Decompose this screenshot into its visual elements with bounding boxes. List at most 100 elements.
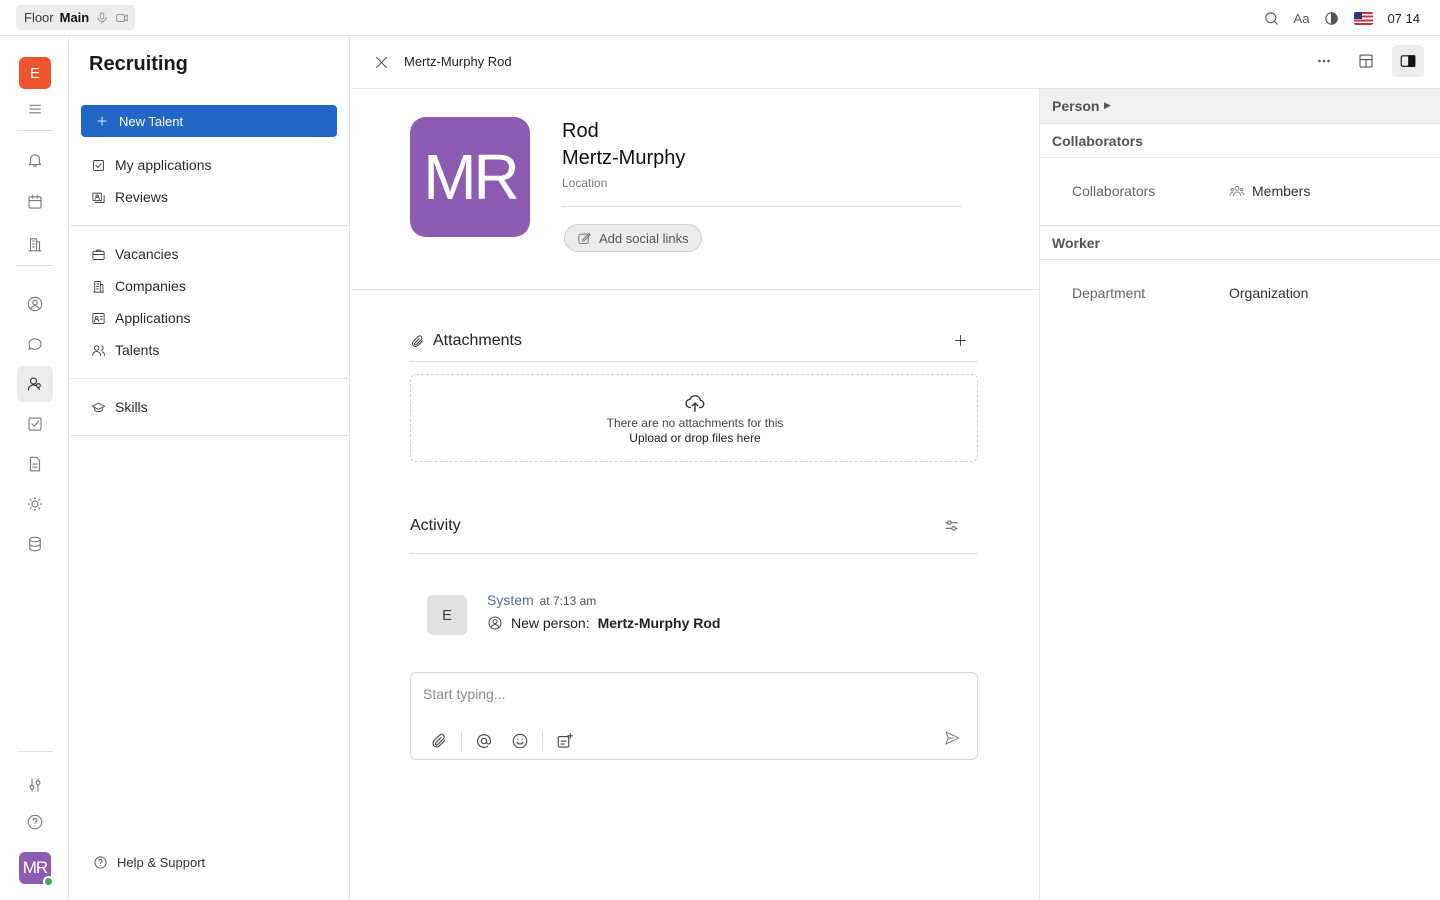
bell-icon <box>26 151 44 169</box>
top-right-tools: Aa 07 14 <box>1263 0 1420 36</box>
layout-button[interactable] <box>1350 45 1382 77</box>
mention-button[interactable] <box>470 727 498 755</box>
nav-item-companies[interactable]: Companies <box>91 274 186 298</box>
activity-message-subject[interactable]: Mertz-Murphy Rod <box>598 615 721 631</box>
department-label: Department <box>1072 285 1146 301</box>
edit-link-icon <box>577 231 592 246</box>
person-avatar[interactable]: MR <box>410 117 530 237</box>
nav-item-label: Skills <box>115 399 148 415</box>
nav-item-label: Applications <box>115 310 191 326</box>
toggle-side-panel-button[interactable] <box>1392 45 1424 77</box>
workspace-badge[interactable]: E <box>19 57 51 89</box>
rail-divider <box>17 265 53 266</box>
theme-toggle-icon[interactable] <box>1323 10 1340 27</box>
collaborators-value[interactable]: Members <box>1229 183 1310 199</box>
database-button[interactable] <box>17 526 53 562</box>
floor-label: Floor <box>24 10 54 25</box>
collaborators-section-label: Collaborators <box>1052 133 1144 149</box>
last-name-field[interactable]: Mertz-Murphy <box>562 147 685 170</box>
contacts-button[interactable] <box>17 286 53 322</box>
composer-input[interactable]: Start typing... <box>423 686 505 702</box>
calendar-button[interactable] <box>17 184 53 220</box>
nav-item-reviews[interactable]: Reviews <box>91 185 168 209</box>
plus-icon <box>953 333 968 348</box>
side-panel-icon <box>1399 52 1417 70</box>
new-talent-button[interactable]: New Talent <box>81 105 337 137</box>
search-icon[interactable] <box>1263 10 1280 27</box>
nav-item-applications[interactable]: Applications <box>91 306 191 330</box>
members-icon <box>1229 183 1245 199</box>
clock: 07 14 <box>1387 10 1420 26</box>
text-format-button[interactable] <box>551 727 579 755</box>
at-sign-icon <box>475 732 493 750</box>
plus-icon <box>95 114 109 128</box>
nav-item-skills[interactable]: Skills <box>91 395 148 419</box>
department-value[interactable]: Organization <box>1229 285 1308 301</box>
floor-selector[interactable]: Floor Main <box>16 5 136 30</box>
help-circle-icon <box>93 855 108 870</box>
calendar-icon <box>26 193 44 211</box>
settings-button[interactable] <box>17 767 53 803</box>
first-name-field[interactable]: Rod <box>562 120 599 143</box>
social-links-label: Add social links <box>599 230 689 246</box>
cloud-upload-icon <box>684 392 706 414</box>
nav-item-vacancies[interactable]: Vacancies <box>91 242 179 266</box>
activity-author: System at 7:13 am <box>487 592 596 608</box>
notifications-button[interactable] <box>17 142 53 178</box>
recruiting-button[interactable] <box>17 366 53 402</box>
comment-composer[interactable]: Start typing... <box>410 672 978 760</box>
more-options-button[interactable] <box>1308 45 1340 77</box>
upload-hint-text[interactable]: Upload or drop files here <box>411 431 979 445</box>
smiley-icon <box>511 732 529 750</box>
toolbar-divider <box>461 731 462 751</box>
activity-filter-button[interactable] <box>943 517 960 534</box>
expand-arrow-icon: ▶ <box>1104 100 1111 110</box>
people-icon <box>91 343 106 358</box>
nav-item-label: Companies <box>115 278 186 294</box>
language-flag-icon[interactable] <box>1354 11 1374 25</box>
add-attachment-button[interactable] <box>953 333 968 348</box>
filter-sliders-icon <box>943 517 960 534</box>
attach-file-button[interactable] <box>425 727 453 755</box>
font-size-button[interactable]: Aa <box>1294 11 1310 26</box>
documents-button[interactable] <box>17 446 53 482</box>
help-support-link[interactable]: Help & Support <box>93 855 205 870</box>
chat-bubble-icon <box>26 335 44 353</box>
tasks-button[interactable] <box>17 406 53 442</box>
menu-button[interactable] <box>17 91 53 127</box>
microphone-icon[interactable] <box>95 11 109 25</box>
activity-divider <box>410 553 978 554</box>
help-button[interactable] <box>17 804 53 840</box>
application-card-icon <box>91 311 106 326</box>
activity-message-prefix: New person: <box>511 615 590 631</box>
chat-button[interactable] <box>17 326 53 362</box>
navigator-title: Recruiting <box>89 53 188 75</box>
more-dots-icon <box>1315 52 1333 70</box>
close-button[interactable] <box>373 54 390 71</box>
question-mark-icon <box>26 813 44 831</box>
activity-author-name[interactable]: System <box>487 592 534 608</box>
location-field[interactable]: Location <box>562 176 607 190</box>
person-section-header[interactable]: Person ▶ <box>1040 89 1440 124</box>
nav-item-my-applications[interactable]: My applications <box>91 153 212 177</box>
camera-icon[interactable] <box>115 11 129 25</box>
rail-divider <box>17 751 53 752</box>
office-button[interactable] <box>17 226 53 262</box>
weather-button[interactable] <box>17 486 53 522</box>
recruiting-icon <box>26 375 44 393</box>
task-check-icon <box>26 415 44 433</box>
attachments-dropzone[interactable]: There are no attachments for this Upload… <box>410 374 978 462</box>
nav-separator <box>70 435 349 436</box>
paperclip-icon <box>430 732 448 750</box>
add-social-links-button[interactable]: Add social links <box>564 224 702 252</box>
user-avatar[interactable]: MR <box>19 852 54 887</box>
paperclip-icon <box>410 334 425 349</box>
nav-item-label: Vacancies <box>115 246 179 262</box>
send-button[interactable] <box>943 729 961 747</box>
sun-icon <box>26 495 44 513</box>
new-talent-label: New Talent <box>119 113 184 129</box>
nav-item-label: Reviews <box>115 189 168 205</box>
nav-item-label: Talents <box>115 342 160 358</box>
emoji-button[interactable] <box>506 727 534 755</box>
nav-item-talents[interactable]: Talents <box>91 338 159 362</box>
